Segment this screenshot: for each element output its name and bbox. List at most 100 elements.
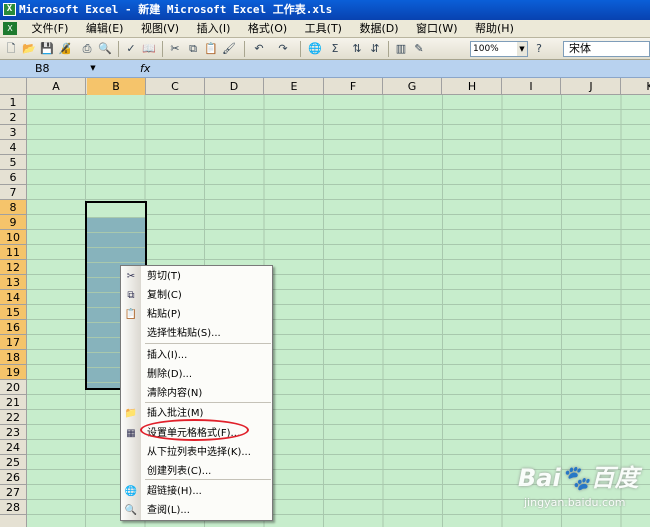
row-header-16[interactable]: 16 [0, 320, 26, 335]
menu-edit[interactable]: 编辑(E) [79, 20, 131, 37]
context-menu-item-insert[interactable]: 插入(I)... [121, 346, 272, 365]
window-title: Microsoft Excel - 新建 Microsoft Excel 工作表… [19, 3, 333, 16]
highlight-annotation [140, 419, 249, 441]
context-menu-item-paste[interactable]: 📋 粘贴(P) [121, 305, 272, 324]
column-headers: ABCDEFGHIJK [0, 78, 650, 95]
format-cells-icon: ▦ [126, 428, 136, 439]
column-header-i[interactable]: I [502, 78, 561, 95]
row-header-24[interactable]: 24 [0, 440, 26, 455]
row-header-14[interactable]: 14 [0, 290, 26, 305]
column-header-c[interactable]: C [146, 78, 205, 95]
row-header-10[interactable]: 10 [0, 230, 26, 245]
row-header-18[interactable]: 18 [0, 350, 26, 365]
format-painter-icon[interactable]: 🖌 [222, 42, 236, 56]
row-header-17[interactable]: 17 [0, 335, 26, 350]
zoom-dropdown-icon[interactable]: ▼ [517, 42, 527, 56]
autosum-icon[interactable]: Σ [328, 42, 342, 56]
row-header-9[interactable]: 9 [0, 215, 26, 230]
context-menu-item-hyperlink[interactable]: 🌐 超链接(H)... [121, 482, 272, 501]
print-preview-icon[interactable]: 🔍 [98, 42, 112, 56]
print-icon[interactable]: ⎙ [80, 42, 94, 56]
menu-view[interactable]: 视图(V) [134, 20, 186, 37]
row-header-4[interactable]: 4 [0, 140, 26, 155]
comment-icon: 📁 [124, 408, 138, 419]
permission-icon[interactable]: 🔏 [58, 42, 72, 56]
column-header-j[interactable]: J [562, 78, 621, 95]
hyperlink-icon: 🌐 [124, 486, 138, 497]
row-header-27[interactable]: 27 [0, 485, 26, 500]
column-header-f[interactable]: F [324, 78, 383, 95]
row-header-25[interactable]: 25 [0, 455, 26, 470]
menu-help[interactable]: 帮助(H) [468, 20, 521, 37]
row-header-3[interactable]: 3 [0, 125, 26, 140]
row-header-12[interactable]: 12 [0, 260, 26, 275]
context-menu-item-pick-from-list[interactable]: 从下拉列表中选择(K)... [121, 443, 272, 462]
context-menu-item-label: 删除(D)... [147, 369, 193, 380]
menu-file[interactable]: 文件(F) [25, 20, 76, 37]
row-header-22[interactable]: 22 [0, 410, 26, 425]
zoom-value: 100% [473, 44, 499, 54]
column-header-d[interactable]: D [205, 78, 264, 95]
name-box-dropdown-icon[interactable]: ▼ [88, 61, 98, 76]
row-header-6[interactable]: 6 [0, 170, 26, 185]
context-menu-item-lookup[interactable]: 🔍 查阅(L)... [121, 501, 272, 520]
workbook-icon[interactable]: X [3, 22, 17, 35]
active-cell[interactable] [87, 203, 145, 217]
spelling-icon[interactable]: ✓ [124, 42, 138, 56]
menu-window[interactable]: 窗口(W) [409, 20, 464, 37]
context-menu-item-paste-special[interactable]: 选择性粘贴(S)... [121, 324, 272, 343]
column-header-k[interactable]: K [621, 78, 650, 95]
row-header-13[interactable]: 13 [0, 275, 26, 290]
zoom-box[interactable]: 100% ▼ [470, 41, 528, 57]
row-header-7[interactable]: 7 [0, 185, 26, 200]
column-header-g[interactable]: G [383, 78, 442, 95]
row-header-1[interactable]: 1 [0, 95, 26, 110]
undo-icon[interactable]: ↶ [252, 42, 266, 56]
context-menu-item-clear-contents[interactable]: 清除内容(N) [121, 384, 272, 403]
row-header-23[interactable]: 23 [0, 425, 26, 440]
cut-icon[interactable]: ✂ [168, 42, 182, 56]
context-menu-item-delete[interactable]: 删除(D)... [121, 365, 272, 384]
menu-format[interactable]: 格式(O) [241, 20, 294, 37]
column-header-e[interactable]: E [265, 78, 324, 95]
row-header-2[interactable]: 2 [0, 110, 26, 125]
menu-tools[interactable]: 工具(T) [298, 20, 349, 37]
row-header-26[interactable]: 26 [0, 470, 26, 485]
insert-function-icon[interactable]: fx [140, 61, 154, 76]
new-icon[interactable]: 🗋 [4, 42, 18, 56]
redo-icon[interactable]: ↷ [276, 42, 290, 56]
hyperlink-icon[interactable]: 🌐 [308, 42, 322, 56]
row-header-8[interactable]: 8 [0, 200, 26, 215]
sort-descending-icon[interactable]: ⇵ [368, 42, 382, 56]
row-header-19[interactable]: 19 [0, 365, 26, 380]
column-header-a[interactable]: A [27, 78, 86, 95]
research-icon[interactable]: 📖 [142, 42, 156, 56]
context-menu-item-copy[interactable]: ⧉ 复制(C) [121, 286, 272, 305]
row-header-21[interactable]: 21 [0, 395, 26, 410]
menu-data[interactable]: 数据(D) [352, 20, 405, 37]
drawing-icon[interactable]: ✎ [412, 42, 426, 56]
row-header-5[interactable]: 5 [0, 155, 26, 170]
chart-wizard-icon[interactable]: ▥ [394, 42, 408, 56]
save-icon[interactable]: 💾 [40, 42, 54, 56]
column-header-b[interactable]: B [87, 78, 146, 95]
row-header-15[interactable]: 15 [0, 305, 26, 320]
context-menu-item-cut[interactable]: ✂ 剪切(T) [121, 267, 272, 286]
context-menu-separator [145, 479, 271, 480]
open-icon[interactable]: 📂 [22, 42, 36, 56]
copy-icon[interactable]: ⧉ [186, 42, 200, 56]
formula-bar: B8 ▼ fx [0, 60, 650, 78]
help-icon[interactable]: ? [532, 42, 546, 56]
sort-ascending-icon[interactable]: ⇅ [350, 42, 364, 56]
column-header-h[interactable]: H [443, 78, 502, 95]
row-header-20[interactable]: 20 [0, 380, 26, 395]
name-box[interactable]: B8 ▼ [2, 61, 98, 76]
context-menu-item-label: 超链接(H)... [147, 486, 202, 497]
paste-icon[interactable]: 📋 [204, 42, 218, 56]
row-header-11[interactable]: 11 [0, 245, 26, 260]
select-all-corner[interactable] [0, 78, 27, 95]
context-menu-item-label: 从下拉列表中选择(K)... [147, 447, 251, 458]
font-name-box[interactable]: 宋体 [563, 41, 650, 57]
row-header-28[interactable]: 28 [0, 500, 26, 515]
menu-insert[interactable]: 插入(I) [190, 20, 238, 37]
